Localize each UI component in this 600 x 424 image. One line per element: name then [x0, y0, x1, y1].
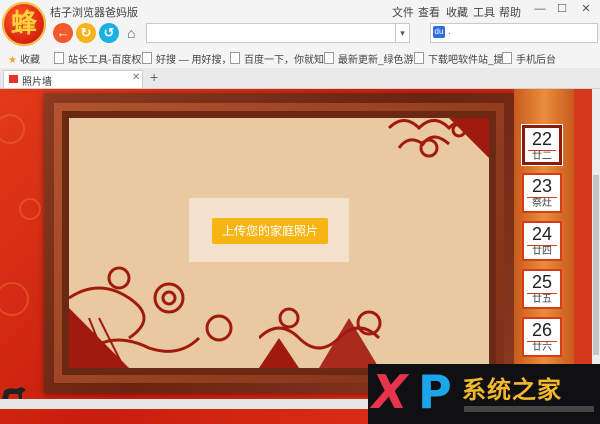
watermark-text: 系统之家	[462, 376, 562, 404]
bottom-strip	[0, 399, 370, 409]
bookmark-label: 手机后台	[516, 55, 556, 66]
restore-button[interactable]: ↺	[99, 23, 119, 43]
minimize-button[interactable]: —	[530, 1, 550, 17]
page-icon	[54, 52, 64, 64]
new-tab-button[interactable]: +	[150, 69, 158, 85]
bookmarks-bar: ★ 收藏 站长工具-百度权 好搜 — 用好搜， 百度一下，你就知 最新更新_绿色游…	[0, 46, 600, 69]
page-icon	[142, 52, 152, 64]
page-icon	[502, 52, 512, 64]
upload-panel: 上传您的家庭照片	[189, 198, 349, 262]
upload-family-photo-button[interactable]: 上传您的家庭照片	[212, 218, 328, 244]
frame-inner-border: 上传您的家庭照片	[62, 111, 496, 375]
star-icon: ★	[8, 55, 17, 66]
calendar-day-26[interactable]: 26 廿六	[522, 317, 562, 357]
calendar-day-23[interactable]: 23 祭灶	[522, 173, 562, 213]
page-icon	[324, 52, 334, 64]
dog-icon	[2, 387, 26, 399]
watermark-bar	[464, 406, 594, 412]
calendar-day-number: 22	[531, 129, 553, 149]
bookmark-label: 收藏	[19, 55, 40, 66]
frame-border: 上传您的家庭照片	[54, 103, 504, 383]
calendar-day-24[interactable]: 24 廿四	[522, 221, 562, 261]
back-button[interactable]: ←	[53, 23, 73, 43]
calendar-day-22[interactable]: 22 廿二	[522, 125, 562, 165]
refresh-button[interactable]: ↻	[76, 23, 96, 43]
bookmark-label: 百度一下，你就知	[244, 55, 324, 66]
paper-cut-fan-decoration	[69, 266, 233, 368]
tab-bar: 照片墙 ✕ +	[0, 68, 600, 89]
paper-cut-cloud-decoration	[387, 118, 489, 158]
menu-view[interactable]: 查看	[418, 4, 440, 20]
search-engine-icon[interactable]: du	[433, 26, 445, 38]
site-watermark-logo: X P 系统之家	[368, 364, 600, 424]
search-input[interactable]: du .	[430, 23, 598, 43]
bookmark-label: 下载吧软件站_提	[428, 55, 504, 66]
browser-logo-icon: 蜂	[2, 2, 46, 46]
scrollbar-thumb[interactable]	[593, 175, 599, 355]
search-value: .	[448, 26, 451, 37]
menu-file[interactable]: 文件	[392, 4, 414, 20]
address-bar[interactable]	[146, 23, 396, 43]
bookmark-item[interactable]: 最新更新_绿色游	[324, 51, 414, 66]
bookmark-item[interactable]: 好搜 — 用好搜，	[142, 51, 232, 66]
bookmark-item[interactable]: 百度一下，你就知	[230, 51, 324, 66]
photo-frame: 上传您的家庭照片	[44, 93, 514, 393]
favicon-icon	[9, 75, 18, 83]
bookmark-item[interactable]: 下载吧软件站_提	[414, 51, 504, 66]
calendar-day-number: 23	[531, 176, 553, 196]
paper-cut-wave-decoration	[259, 307, 382, 368]
calendar-day-label: 廿二	[528, 150, 556, 163]
menu-help[interactable]: 帮助	[499, 4, 521, 20]
calendar-day-25[interactable]: 25 廿五	[522, 269, 562, 309]
chevron-down-icon[interactable]: ▾	[396, 23, 410, 43]
page-icon	[230, 52, 240, 64]
tab-label: 照片墙	[22, 77, 52, 88]
page-icon	[414, 52, 424, 64]
navigation-bar: ← ↻ ↺ ⌂ ▾ du .	[0, 22, 600, 46]
calendar-day-number: 26	[531, 320, 553, 340]
calendar-day-label: 廿四	[527, 245, 557, 258]
bookmark-item[interactable]: 手机后台	[502, 51, 556, 66]
red-pattern-decoration	[0, 114, 41, 316]
photo-area: 上传您的家庭照片	[69, 118, 489, 368]
watermark-letter-p: P	[418, 365, 452, 419]
tab-photo-wall[interactable]: 照片墙 ✕	[3, 70, 143, 88]
watermark-letter-x: X	[372, 365, 408, 419]
tab-close-icon[interactable]: ✕	[132, 72, 140, 83]
bookmark-label: 站长工具-百度权	[68, 55, 142, 66]
bookmark-label: 最新更新_绿色游	[338, 55, 414, 66]
calendar-day-number: 24	[531, 224, 553, 244]
title-bar: 蜂 桔子浏览器爸妈版 文件 查看 收藏 工具 帮助 — ☐ ✕	[0, 0, 600, 46]
bookmark-label: 好搜 — 用好搜，	[156, 55, 232, 66]
calendar-day-label: 廿五	[527, 293, 557, 306]
app-title: 桔子浏览器爸妈版	[50, 7, 138, 19]
menu-favorites[interactable]: 收藏	[446, 4, 468, 20]
calendar-day-label: 祭灶	[527, 197, 557, 210]
menu-tools[interactable]: 工具	[473, 4, 495, 20]
home-icon[interactable]: ⌂	[127, 25, 135, 41]
close-window-button[interactable]: ✕	[576, 1, 596, 17]
calendar-day-label: 廿六	[527, 341, 557, 354]
bookmark-favorites[interactable]: ★ 收藏	[8, 51, 40, 66]
maximize-button[interactable]: ☐	[552, 1, 572, 17]
calendar-day-number: 25	[531, 272, 553, 292]
bookmark-item[interactable]: 站长工具-百度权	[54, 51, 141, 66]
